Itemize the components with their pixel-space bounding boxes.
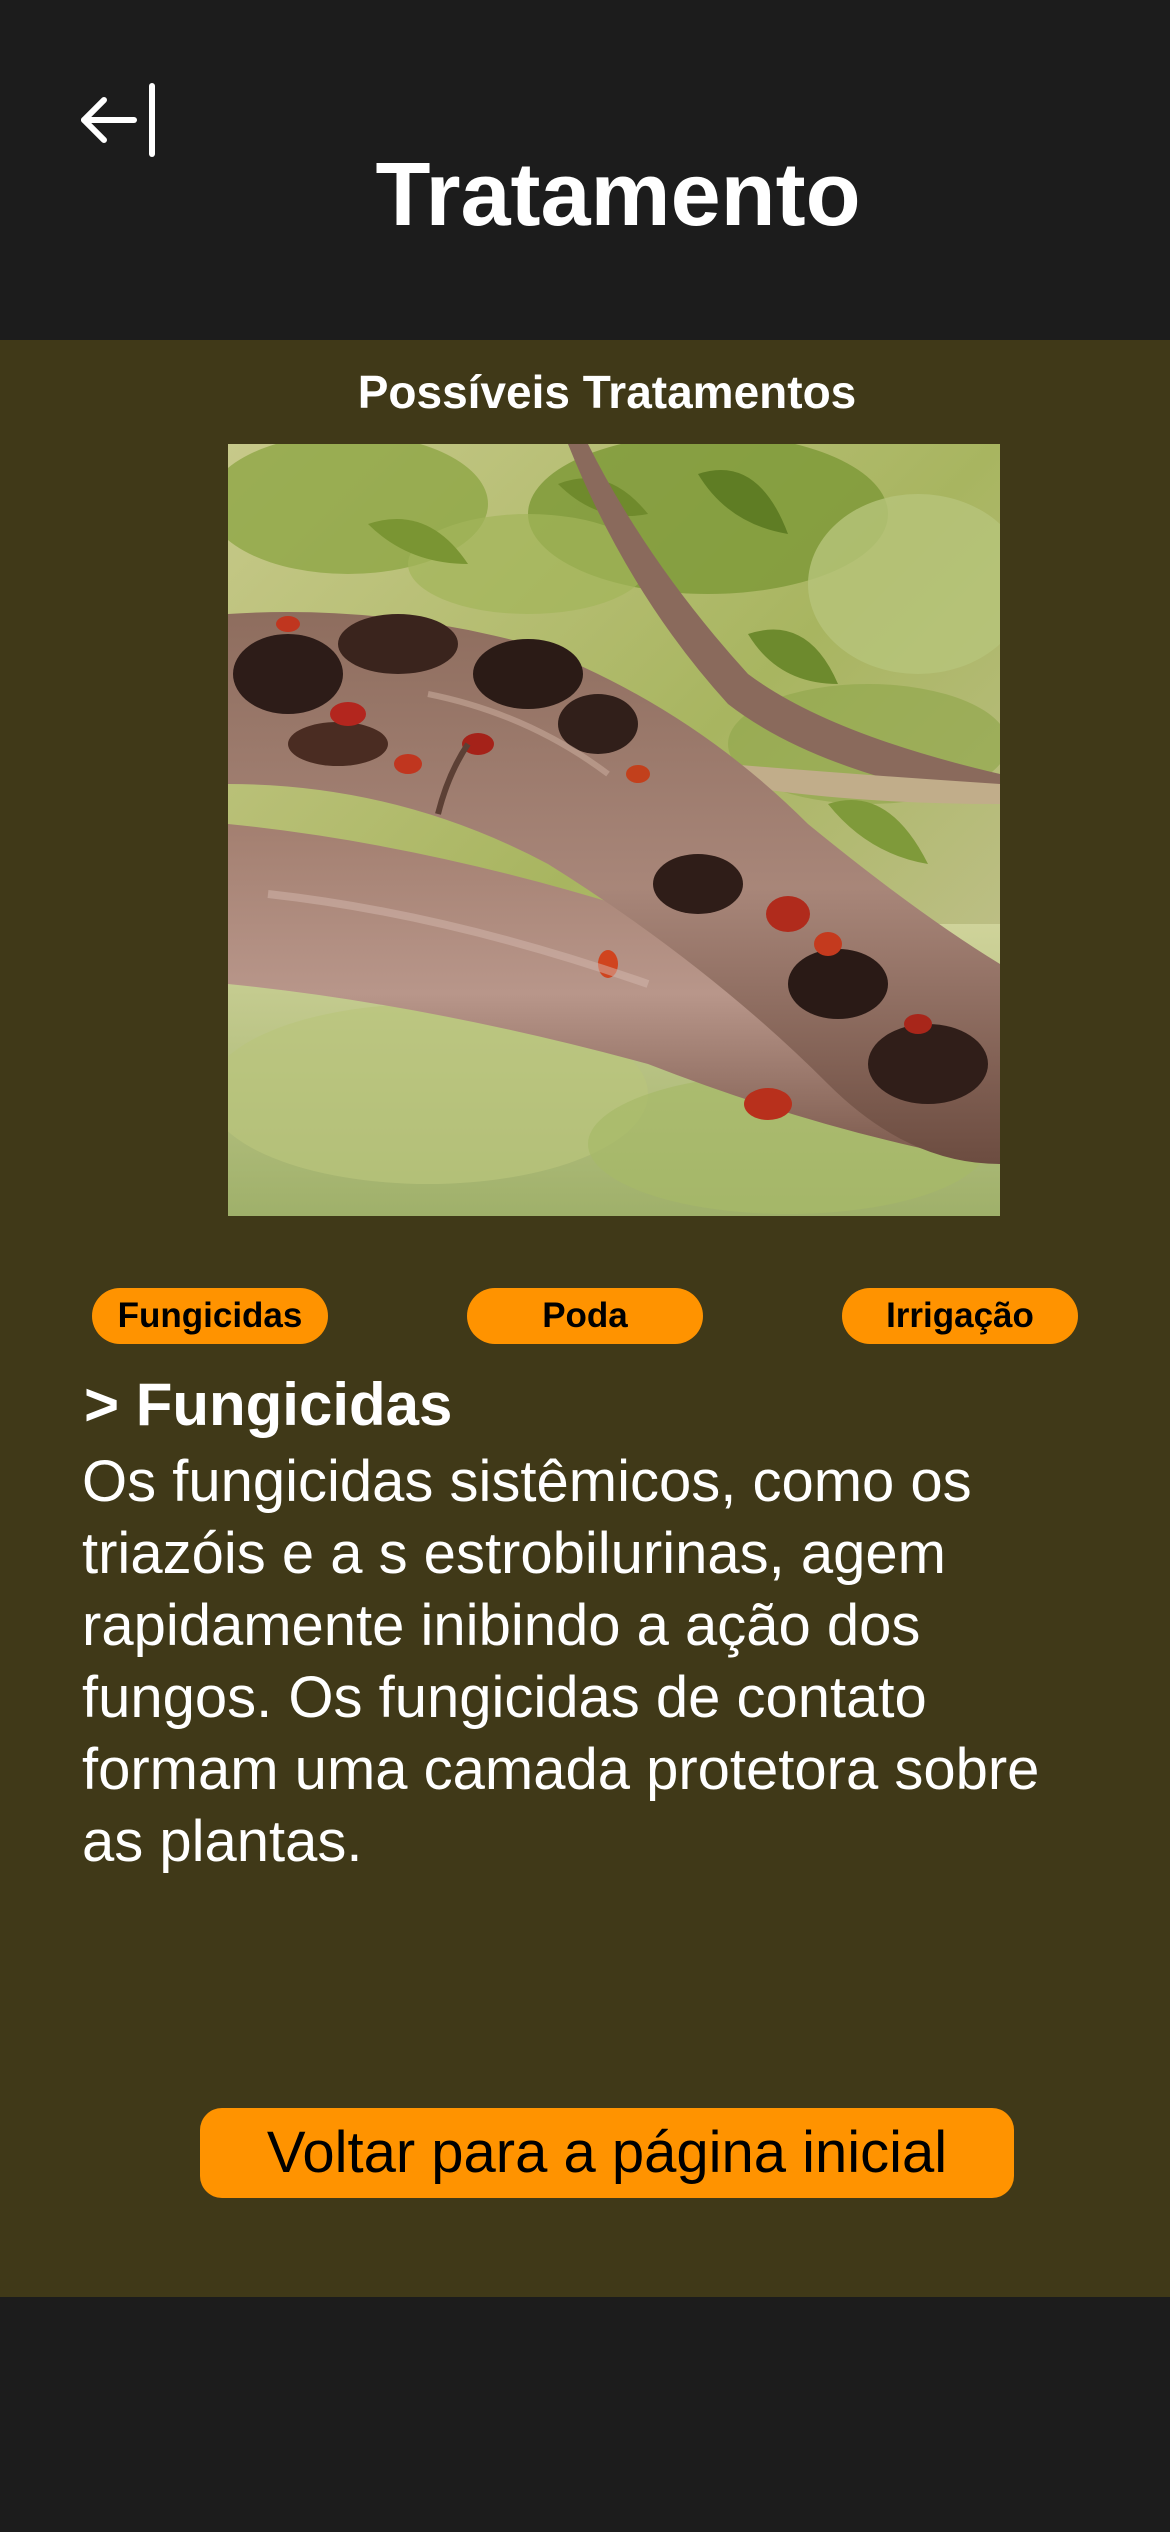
tree-branch-with-gummosis-photo: [228, 444, 1000, 1216]
home-button[interactable]: Voltar para a página inicial: [200, 2108, 1014, 2198]
page-title: Tratamento: [375, 145, 861, 245]
tab-poda[interactable]: Poda: [467, 1288, 703, 1344]
treatment-tabs: Fungicidas Poda Irrigação: [0, 1288, 1170, 1344]
treatment-screen: Tratamento Possíveis Tratamentos Fungici…: [0, 0, 1170, 2532]
footer: [0, 2297, 1170, 2532]
tab-irrigacao[interactable]: Irrigação: [842, 1288, 1078, 1344]
section-title: Possíveis Tratamentos: [357, 366, 857, 418]
content-panel: Possíveis Tratamentos Fungicidas Poda Ir…: [0, 340, 1170, 2297]
header: Tratamento: [0, 0, 1170, 340]
tab-fungicidas[interactable]: Fungicidas: [92, 1288, 328, 1344]
detail-text: Os fungicidas sistêmicos, como os triazó…: [82, 1449, 1040, 1874]
detail-heading: > Fungicidas: [84, 1371, 453, 1438]
